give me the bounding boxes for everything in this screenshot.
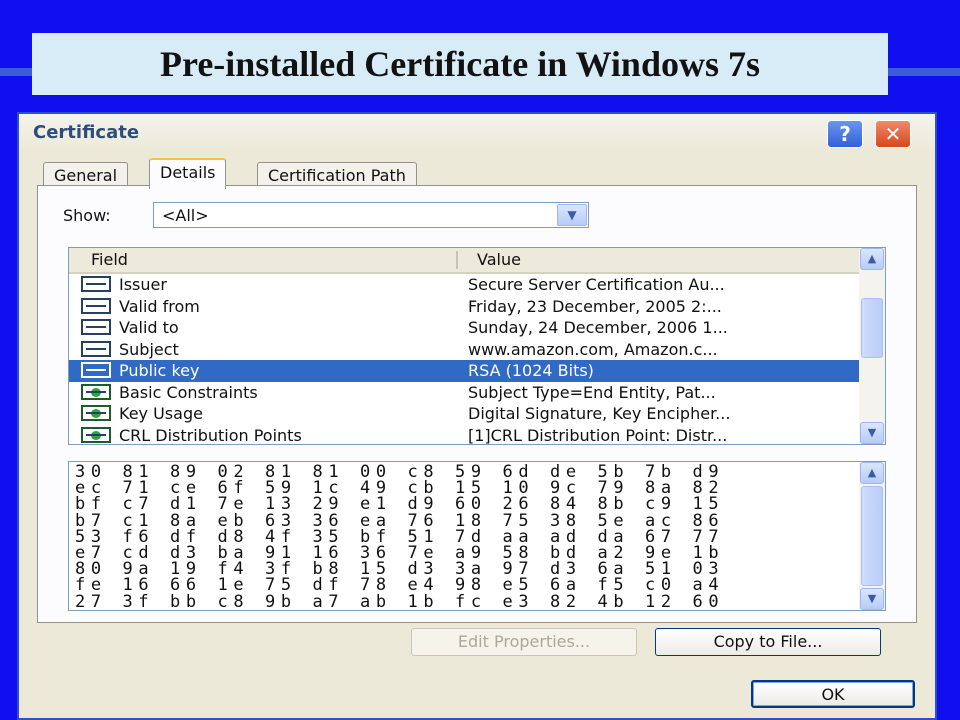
list-rows: Issuer Secure Server Certification Au... V… bbox=[69, 274, 859, 445]
column-header-value[interactable]: Value bbox=[477, 250, 521, 269]
table-row[interactable]: Public key RSA (1024 Bits) bbox=[69, 360, 859, 382]
certificate-field-icon bbox=[81, 297, 111, 314]
show-label: Show: bbox=[63, 206, 111, 225]
fields-list: Field Value Issuer Secure Server Certific… bbox=[68, 247, 886, 445]
certificate-extension-icon bbox=[81, 405, 111, 421]
tab-details[interactable]: Details bbox=[149, 158, 227, 189]
dialog-titlebar[interactable]: Certificate ? ✕ bbox=[19, 114, 935, 152]
scroll-down-icon[interactable]: ▼ bbox=[860, 422, 884, 444]
slide-title: Pre-installed Certificate in Windows 7s bbox=[160, 44, 760, 84]
public-key-hex-box[interactable]: 30 81 89 02 81 81 00 c8 59 6d de 5b 7b d… bbox=[68, 461, 886, 611]
show-value: <All> bbox=[162, 206, 209, 225]
table-row[interactable]: Valid from Friday, 23 December, 2005 2:..… bbox=[69, 296, 859, 318]
scroll-down-icon[interactable]: ▼ bbox=[860, 588, 884, 610]
certificate-field-icon bbox=[81, 362, 111, 378]
certificate-field-icon bbox=[81, 340, 111, 357]
hex-line: 27 3f bb c8 9b a7 ab 1b fc e3 82 4b 12 6… bbox=[75, 591, 725, 611]
row-value: Secure Server Certification Au... bbox=[468, 275, 725, 294]
help-button[interactable]: ? bbox=[827, 120, 863, 148]
table-row[interactable]: Basic Constraints Subject Type=End Entity… bbox=[69, 382, 859, 404]
row-field: Valid from bbox=[119, 296, 200, 316]
table-row[interactable]: Subject www.amazon.com, Amazon.c... bbox=[69, 339, 859, 361]
column-separator[interactable] bbox=[456, 251, 458, 269]
row-field: Basic Constraints bbox=[119, 382, 258, 402]
close-button[interactable]: ✕ bbox=[875, 120, 911, 148]
dialog-title: Certificate bbox=[33, 122, 140, 143]
row-field: Valid to bbox=[119, 318, 179, 337]
row-field: Issuer bbox=[119, 275, 167, 294]
certificate-field-icon bbox=[81, 319, 111, 335]
row-field: Subject bbox=[119, 339, 179, 359]
row-value: RSA (1024 Bits) bbox=[468, 361, 594, 380]
table-row[interactable]: Key Usage Digital Signature, Key Encipher… bbox=[69, 403, 859, 425]
slide-title-box: Pre-installed Certificate in Windows 7s bbox=[32, 33, 888, 95]
chevron-down-icon[interactable]: ▼ bbox=[557, 204, 587, 226]
row-value: Digital Signature, Key Encipher... bbox=[468, 404, 731, 423]
row-field: Key Usage bbox=[119, 404, 203, 423]
row-field: Public key bbox=[119, 361, 200, 380]
column-header-field[interactable]: Field bbox=[91, 250, 128, 269]
table-row[interactable]: Valid to Sunday, 24 December, 2006 1... bbox=[69, 317, 859, 339]
ok-button[interactable]: OK bbox=[751, 680, 915, 708]
row-value: Subject Type=End Entity, Pat... bbox=[468, 382, 716, 402]
row-value: Sunday, 24 December, 2006 1... bbox=[468, 318, 728, 337]
scroll-thumb[interactable] bbox=[861, 486, 883, 586]
scroll-up-icon[interactable]: ▲ bbox=[860, 462, 884, 484]
scroll-up-icon[interactable]: ▲ bbox=[860, 248, 884, 270]
scroll-thumb[interactable] bbox=[861, 298, 883, 358]
hex-scrollbar[interactable]: ▲ ▼ bbox=[859, 462, 885, 610]
row-value: www.amazon.com, Amazon.c... bbox=[468, 339, 718, 359]
list-header: Field Value bbox=[69, 248, 859, 274]
row-field: CRL Distribution Points bbox=[119, 425, 302, 445]
certificate-dialog: Certificate ? ✕ General Details Certific… bbox=[17, 112, 937, 720]
fields-scrollbar[interactable]: ▲ ▼ bbox=[859, 248, 885, 444]
show-dropdown[interactable]: <All> ▼ bbox=[153, 202, 589, 228]
table-row[interactable]: CRL Distribution Points [1]CRL Distributi… bbox=[69, 425, 859, 445]
copy-to-file-button[interactable]: Copy to File... bbox=[655, 628, 881, 656]
row-value: [1]CRL Distribution Point: Distr... bbox=[468, 425, 728, 445]
hex-lines: 30 81 89 02 81 81 00 c8 59 6d de 5b 7b d… bbox=[75, 463, 725, 611]
edit-properties-button: Edit Properties... bbox=[411, 628, 637, 656]
certificate-extension-icon bbox=[81, 383, 111, 400]
row-value: Friday, 23 December, 2005 2:... bbox=[468, 296, 722, 316]
certificate-field-icon bbox=[81, 276, 111, 292]
table-row[interactable]: Issuer Secure Server Certification Au... bbox=[69, 274, 859, 296]
certificate-extension-icon bbox=[81, 426, 111, 443]
